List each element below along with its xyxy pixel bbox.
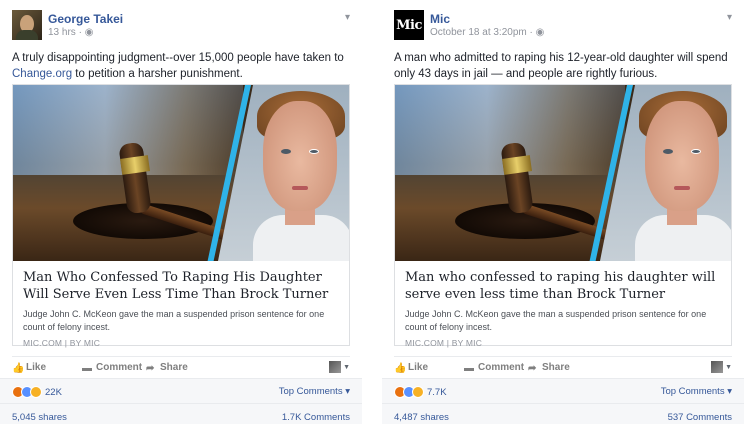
post-as-selector[interactable]: ▼ (329, 361, 350, 373)
top-comments-dropdown[interactable]: Top Comments ▾ (661, 386, 732, 397)
like-button[interactable]: 👍 Like (12, 362, 46, 374)
shares-count[interactable]: 5,045 shares (12, 412, 67, 423)
post-meta: 13 hrs · ◉ (48, 27, 93, 38)
sad-reaction-icon (30, 386, 42, 398)
reactions-bar: 7.7K Top Comments ▾ 4,487 shares 537 Com… (382, 378, 744, 424)
timestamp[interactable]: October 18 at 3:20pm · (430, 27, 536, 38)
chevron-down-icon: ▾ (727, 386, 732, 397)
globe-icon: ◉ (535, 27, 545, 38)
sad-reaction-icon (412, 386, 424, 398)
share-arrow-icon: ➦ (146, 362, 155, 374)
post-meta: October 18 at 3:20pm · ◉ (430, 27, 544, 38)
link-card-description: Judge John C. McKeon gave the man a susp… (23, 309, 325, 332)
link-card-headline[interactable]: Man who confessed to raping his daughter… (405, 269, 721, 303)
post-text: A man who admitted to raping his 12-year… (394, 52, 728, 80)
share-arrow-icon: ➦ (528, 362, 537, 374)
share-button[interactable]: ➦ Share (146, 362, 188, 374)
thumbs-up-icon: 👍 (394, 362, 407, 374)
reactions-bar: 22K Top Comments ▾ 5,045 shares 1.7K Com… (0, 378, 362, 424)
shares-count[interactable]: 4,487 shares (394, 412, 449, 423)
avatar (711, 361, 724, 373)
thumbs-up-icon: 👍 (12, 362, 25, 374)
share-button[interactable]: ➦ Share (528, 362, 570, 374)
comment-icon: ▬ (464, 362, 474, 374)
author-name[interactable]: Mic (430, 12, 450, 26)
link-card-image[interactable] (13, 85, 349, 261)
link-card-body: Man who confessed to raping his daughter… (395, 261, 731, 348)
like-button[interactable]: 👍 Like (394, 362, 428, 374)
reactions-count[interactable]: 22K (45, 387, 62, 398)
comment-button[interactable]: ▬ Comment (82, 362, 142, 374)
chevron-down-icon: ▼ (343, 363, 350, 371)
link-card-body: Man Who Confessed To Raping His Daughter… (13, 261, 349, 348)
reactions-summary[interactable]: 22K (12, 386, 62, 398)
comment-icon: ▬ (82, 362, 92, 374)
avatar (329, 361, 342, 373)
comments-count[interactable]: 537 Comments (668, 412, 732, 423)
comment-button[interactable]: ▬ Comment (464, 362, 524, 374)
link-card-source: MIC.COM | BY MIC (405, 338, 483, 348)
timestamp[interactable]: 13 hrs · (48, 27, 85, 38)
post-header: George Takei 13 hrs · ◉ ▾ (12, 10, 350, 42)
author-name[interactable]: George Takei (48, 12, 123, 26)
link-card[interactable]: Man Who Confessed To Raping His Daughter… (12, 84, 350, 348)
link-card-headline[interactable]: Man Who Confessed To Raping His Daughter… (23, 269, 339, 303)
link-card-description: Judge John C. McKeon gave the man a susp… (405, 309, 707, 332)
chevron-down-icon[interactable]: ▾ (345, 12, 350, 23)
action-bar: 👍 Like ▬ Comment ➦ Share ▼ (394, 356, 732, 376)
post-link[interactable]: Change.org (12, 68, 72, 80)
avatar[interactable] (12, 10, 42, 40)
reactions-summary[interactable]: 7.7K (394, 386, 447, 398)
action-bar: 👍 Like ▬ Comment ➦ Share ▼ (12, 356, 350, 376)
top-comments-dropdown[interactable]: Top Comments ▾ (279, 386, 350, 397)
link-card-image[interactable] (395, 85, 731, 261)
avatar[interactable]: Mic (394, 10, 424, 40)
post-mic: Mic Mic October 18 at 3:20pm · ◉ ▾ A man… (382, 0, 744, 424)
chevron-down-icon: ▾ (345, 386, 350, 397)
post-header: Mic Mic October 18 at 3:20pm · ◉ ▾ (394, 10, 732, 42)
link-card-source: MIC.COM | BY MIC (23, 338, 101, 348)
post-text: A truly disappointing judgment--over 15,… (12, 52, 344, 80)
link-card[interactable]: Man who confessed to raping his daughter… (394, 84, 732, 348)
post-as-selector[interactable]: ▼ (711, 361, 732, 373)
post-george-takei: George Takei 13 hrs · ◉ ▾ A truly disapp… (0, 0, 362, 424)
comments-count[interactable]: 1.7K Comments (282, 412, 350, 423)
globe-icon: ◉ (84, 27, 94, 38)
chevron-down-icon[interactable]: ▾ (727, 12, 732, 23)
chevron-down-icon: ▼ (725, 363, 732, 371)
reactions-count[interactable]: 7.7K (427, 387, 447, 398)
